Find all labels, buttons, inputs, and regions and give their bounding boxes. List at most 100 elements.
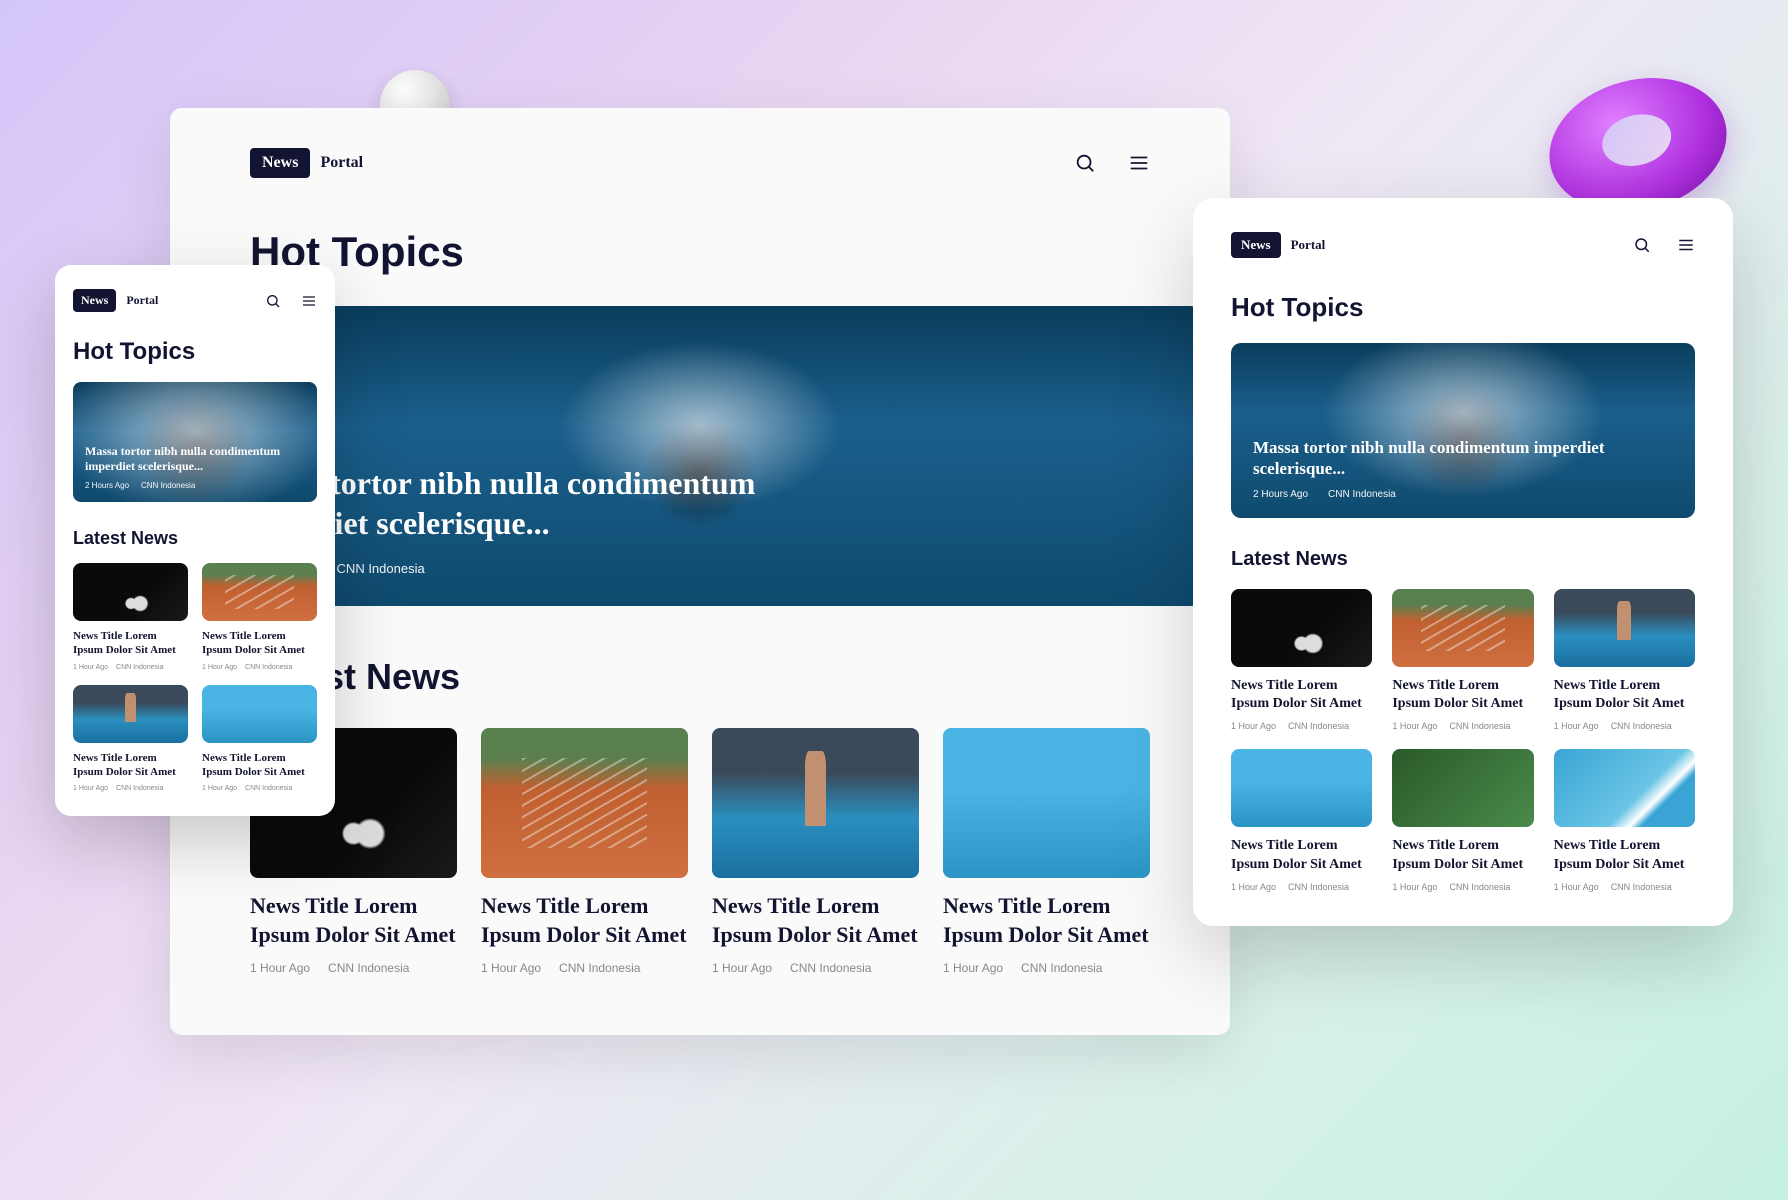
header: News Portal — [250, 148, 1150, 178]
card-title: News Title Lorem Ipsum Dolor Sit Amet — [202, 751, 317, 780]
article-card[interactable]: News Title Lorem Ipsum Dolor Sit Amet 1 … — [1231, 589, 1372, 731]
article-card[interactable]: News Title Lorem Ipsum Dolor Sit Amet 1 … — [202, 563, 317, 671]
article-card[interactable]: News Title Lorem Ipsum Dolor Sit Amet 1 … — [73, 685, 188, 793]
card-image — [943, 728, 1150, 878]
latest-news-heading: Latest News — [73, 528, 317, 549]
hero-meta: 2 Hours Ago CNN Indonesia — [235, 561, 1165, 576]
hot-topics-heading: Hot Topics — [250, 228, 1150, 276]
card-title: News Title Lorem Ipsum Dolor Sit Amet — [481, 892, 688, 949]
card-source: CNN Indonesia — [328, 961, 409, 975]
card-title: News Title Lorem Ipsum Dolor Sit Amet — [1554, 837, 1695, 873]
latest-cards: News Title Lorem Ipsum Dolor Sit Amet 1 … — [250, 728, 1150, 975]
hero-article[interactable]: Massa tortor nibh nulla condimentum impe… — [1231, 343, 1695, 518]
card-meta: 1 Hour Ago CNN Indonesia — [250, 961, 457, 975]
hero-meta: 2 Hours Ago CNN Indonesia — [85, 481, 305, 490]
card-source: CNN Indonesia — [1288, 882, 1349, 892]
card-image — [73, 563, 188, 621]
card-meta: 1 Hour Ago CNN Indonesia — [73, 785, 188, 792]
card-image — [1392, 749, 1533, 827]
logo-text: Portal — [126, 293, 158, 308]
card-title: News Title Lorem Ipsum Dolor Sit Amet — [73, 751, 188, 780]
hot-topics-heading: Hot Topics — [73, 338, 317, 366]
card-source: CNN Indonesia — [1611, 882, 1672, 892]
card-meta: 1 Hour Ago CNN Indonesia — [712, 961, 919, 975]
card-image — [1554, 589, 1695, 667]
card-meta: 1 Hour Ago CNN Indonesia — [1554, 721, 1695, 731]
article-card[interactable]: News Title Lorem Ipsum Dolor Sit Amet 1 … — [202, 685, 317, 793]
article-card[interactable]: News Title Lorem Ipsum Dolor Sit Amet 1 … — [73, 563, 188, 671]
card-title: News Title Lorem Ipsum Dolor Sit Amet — [250, 892, 457, 949]
card-meta: 1 Hour Ago CNN Indonesia — [481, 961, 688, 975]
card-image — [1392, 589, 1533, 667]
article-card[interactable]: News Title Lorem Ipsum Dolor Sit Amet 1 … — [1231, 749, 1372, 891]
card-image — [1231, 589, 1372, 667]
hero-article[interactable]: Massa tortor nibh nulla condimentum impe… — [73, 382, 317, 502]
card-source: CNN Indonesia — [1611, 721, 1672, 731]
card-time: 1 Hour Ago — [1392, 882, 1437, 892]
card-source: CNN Indonesia — [116, 785, 163, 792]
latest-news-heading: Latest News — [250, 656, 1150, 698]
card-time: 1 Hour Ago — [943, 961, 1003, 975]
card-meta: 1 Hour Ago CNN Indonesia — [202, 664, 317, 671]
card-image — [1554, 749, 1695, 827]
header-actions — [1633, 236, 1695, 254]
search-icon[interactable] — [1074, 152, 1096, 174]
logo[interactable]: News Portal — [250, 148, 363, 178]
hero-time: 2 Hours Ago — [85, 481, 129, 490]
card-title: News Title Lorem Ipsum Dolor Sit Amet — [1392, 677, 1533, 713]
card-meta: 1 Hour Ago CNN Indonesia — [1392, 721, 1533, 731]
hero-title: Massa tortor nibh nulla condimentum impe… — [1253, 437, 1610, 480]
article-card[interactable]: News Title Lorem Ipsum Dolor Sit Amet 1 … — [481, 728, 688, 975]
hero-source: CNN Indonesia — [1328, 489, 1396, 500]
card-source: CNN Indonesia — [1449, 882, 1510, 892]
article-card[interactable]: News Title Lorem Ipsum Dolor Sit Amet 1 … — [1554, 749, 1695, 891]
article-card[interactable]: News Title Lorem Ipsum Dolor Sit Amet 1 … — [943, 728, 1150, 975]
card-meta: 1 Hour Ago CNN Indonesia — [1392, 882, 1533, 892]
search-icon[interactable] — [265, 293, 281, 309]
card-source: CNN Indonesia — [559, 961, 640, 975]
article-card[interactable]: News Title Lorem Ipsum Dolor Sit Amet 1 … — [1392, 589, 1533, 731]
hero-article[interactable]: Massa tortor nibh nulla condimentum impe… — [200, 306, 1200, 606]
card-image — [481, 728, 688, 878]
article-card[interactable]: News Title Lorem Ipsum Dolor Sit Amet 1 … — [1392, 749, 1533, 891]
card-time: 1 Hour Ago — [1554, 882, 1599, 892]
logo-text: Portal — [1291, 237, 1326, 253]
card-title: News Title Lorem Ipsum Dolor Sit Amet — [1392, 837, 1533, 873]
card-title: News Title Lorem Ipsum Dolor Sit Amet — [1231, 677, 1372, 713]
article-card[interactable]: News Title Lorem Ipsum Dolor Sit Amet 1 … — [1554, 589, 1695, 731]
logo[interactable]: News Portal — [73, 289, 158, 312]
hot-topics-heading: Hot Topics — [1231, 292, 1695, 323]
card-meta: 1 Hour Ago CNN Indonesia — [943, 961, 1150, 975]
menu-icon[interactable] — [1677, 236, 1695, 254]
search-icon[interactable] — [1633, 236, 1651, 254]
menu-icon[interactable] — [301, 293, 317, 309]
logo-badge: News — [73, 289, 116, 312]
article-card[interactable]: News Title Lorem Ipsum Dolor Sit Amet 1 … — [712, 728, 919, 975]
card-time: 1 Hour Ago — [202, 785, 237, 792]
card-image — [712, 728, 919, 878]
hero-overlay: Massa tortor nibh nulla condimentum impe… — [85, 444, 305, 490]
card-source: CNN Indonesia — [790, 961, 871, 975]
hero-meta: 2 Hours Ago CNN Indonesia — [1253, 489, 1673, 500]
logo-badge: News — [1231, 232, 1281, 258]
menu-icon[interactable] — [1128, 152, 1150, 174]
card-meta: 1 Hour Ago CNN Indonesia — [1231, 721, 1372, 731]
card-meta: 1 Hour Ago CNN Indonesia — [73, 664, 188, 671]
header: News Portal — [73, 289, 317, 312]
card-time: 1 Hour Ago — [1554, 721, 1599, 731]
logo-badge: News — [250, 148, 310, 178]
card-title: News Title Lorem Ipsum Dolor Sit Amet — [1231, 837, 1372, 873]
card-time: 1 Hour Ago — [250, 961, 310, 975]
card-source: CNN Indonesia — [1449, 721, 1510, 731]
card-title: News Title Lorem Ipsum Dolor Sit Amet — [1554, 677, 1695, 713]
hero-overlay: Massa tortor nibh nulla condimentum impe… — [235, 463, 1165, 576]
card-time: 1 Hour Ago — [1392, 721, 1437, 731]
card-time: 1 Hour Ago — [1231, 721, 1276, 731]
header-actions — [265, 293, 317, 309]
tablet-viewport: News Portal Hot Topics Massa tortor nibh… — [1193, 198, 1733, 926]
card-source: CNN Indonesia — [245, 785, 292, 792]
logo[interactable]: News Portal — [1231, 232, 1325, 258]
card-title: News Title Lorem Ipsum Dolor Sit Amet — [943, 892, 1150, 949]
hero-source: CNN Indonesia — [337, 561, 425, 576]
card-title: News Title Lorem Ipsum Dolor Sit Amet — [712, 892, 919, 949]
